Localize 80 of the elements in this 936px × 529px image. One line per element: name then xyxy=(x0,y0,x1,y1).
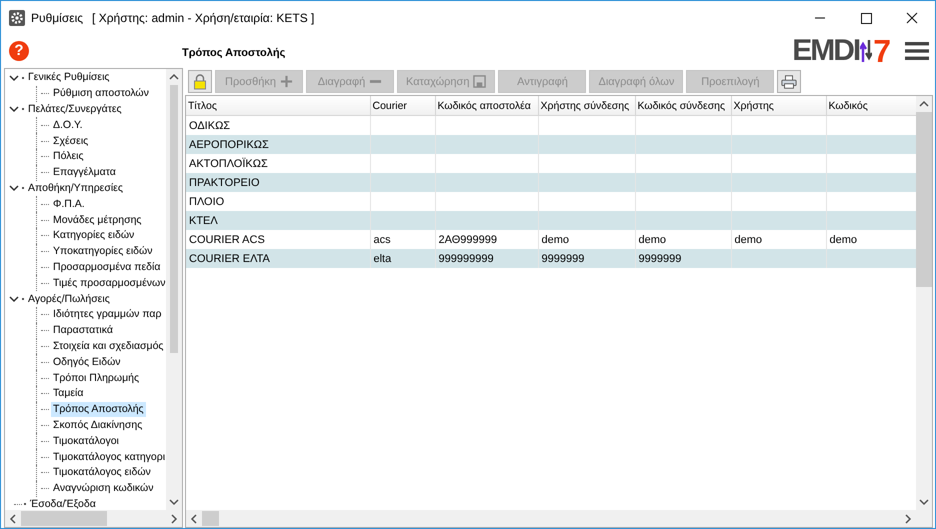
table-cell: demo xyxy=(542,234,570,246)
tree-item[interactable]: Αναγνώριση κωδικών xyxy=(51,481,156,496)
tree-item[interactable]: Δ.Ο.Υ. xyxy=(51,118,85,133)
tree-item[interactable]: Φ.Π.Α. xyxy=(51,196,87,212)
logo-number: 7 xyxy=(873,36,891,66)
table-cell: acs xyxy=(374,234,391,246)
tree-item[interactable]: Πελάτες/Συνεργάτες xyxy=(26,102,124,117)
tree-item[interactable]: Γενικές Ρυθμίσεις xyxy=(26,70,112,86)
tree-item[interactable]: Κατηγορίες ειδών xyxy=(51,228,136,244)
table-cell: ΑΚΤΟΠΛΟΪΚΩΣ xyxy=(189,158,268,170)
column-header[interactable]: Χρήστης xyxy=(731,96,826,116)
table-cell: ΟΔΙΚΩΣ xyxy=(189,120,230,132)
column-header[interactable]: Κωδικός αποστολέα xyxy=(435,96,538,116)
chevron-icon[interactable] xyxy=(9,184,19,192)
table-cell: ΚΤΕΛ xyxy=(189,214,218,226)
tree-item[interactable]: Επαγγέλματα xyxy=(51,165,118,180)
window-subtitle: [ Χρήστης: admin - Χρήση/εταιρία: KETS ] xyxy=(92,10,314,24)
tree-item[interactable]: Πόλεις xyxy=(51,149,86,164)
table-cell: demo xyxy=(830,234,858,246)
tree-item[interactable]: Ρύθμιση αποστολών xyxy=(51,86,151,102)
table-cell: 2ΑΘ999999 xyxy=(438,234,497,246)
tree-item[interactable]: Τιμές προσαρμοσμένων xyxy=(51,276,166,291)
column-header[interactable]: Κωδικός xyxy=(826,96,919,116)
chevron-icon[interactable] xyxy=(9,295,19,304)
horizontal-scrollbar[interactable] xyxy=(186,510,916,527)
table-cell: demo xyxy=(734,234,762,246)
chevron-icon[interactable] xyxy=(9,105,19,114)
tree-item[interactable]: Σκοπός Διακίνησης xyxy=(51,418,144,433)
scrollbar-thumb[interactable] xyxy=(916,112,932,287)
table-cell: ΠΡΑΚΤΟΡΕΙΟ xyxy=(189,176,260,188)
lock-icon xyxy=(192,74,208,90)
tree-item[interactable]: Αγορές/Πωλήσεις xyxy=(26,292,112,307)
table-cell: elta xyxy=(374,252,392,264)
plus-icon xyxy=(280,75,293,88)
column-header[interactable]: Χρήστης σύνδεσης xyxy=(538,96,635,116)
tree-item[interactable]: Στοιχεία και σχεδιασμός xyxy=(51,338,166,354)
vertical-scrollbar[interactable] xyxy=(916,96,932,527)
table-cell: demo xyxy=(638,234,666,246)
tree-item[interactable]: Τρόποι Πληρωμής xyxy=(51,370,142,386)
logo-text: EMDI xyxy=(792,36,860,66)
help-button[interactable]: ? xyxy=(9,40,29,60)
scrollbar-thumb[interactable] xyxy=(170,85,178,353)
print-button[interactable] xyxy=(777,70,802,93)
tree-item[interactable]: Έσοδα/Έξοδα xyxy=(28,496,98,510)
tree-item[interactable]: Τιμοκατάλογος ειδών xyxy=(51,465,153,480)
tree-item[interactable]: Τιμοκατάλογοι xyxy=(51,434,121,449)
tree-item[interactable]: Αποθήκη/Υπηρεσίες xyxy=(26,180,125,196)
tree-item[interactable]: Τιμοκατάλογος κατηγορι xyxy=(51,450,166,465)
tree-item[interactable]: Προσαρμοσμένα πεδία xyxy=(51,260,162,275)
lock-button[interactable] xyxy=(188,70,212,93)
tree-item[interactable]: Σχέσεις xyxy=(51,134,90,149)
tree-item[interactable]: Ταμεία xyxy=(51,386,86,402)
column-header[interactable]: Τίτλος xyxy=(186,96,370,116)
column-header[interactable]: Courier xyxy=(370,96,435,116)
scrollbar-thumb[interactable] xyxy=(202,511,219,526)
table-cell: COURIER ΕΛΤΑ xyxy=(189,252,270,264)
vertical-scrollbar[interactable] xyxy=(166,69,182,510)
table-cell: 9999999 xyxy=(542,252,584,264)
table-cell: ΠΛΟΙΟ xyxy=(189,196,224,208)
table-cell: COURIER ACS xyxy=(189,234,265,246)
tree-item[interactable]: Μονάδες μέτρησης xyxy=(51,212,144,228)
column-header[interactable]: Κωδικός σύνδεσης xyxy=(635,96,731,116)
horizontal-scrollbar[interactable] xyxy=(5,510,182,527)
tree-item[interactable]: Οδηγός Ειδών xyxy=(51,354,123,370)
table-cell: ΑΕΡΟΠΟΡΙΚΩΣ xyxy=(189,138,269,150)
gear-icon xyxy=(9,10,25,26)
scrollbar-thumb[interactable] xyxy=(21,511,107,526)
chevron-icon[interactable] xyxy=(9,74,19,82)
tree-item[interactable]: Ιδιότητες γραμμών παρ xyxy=(51,307,164,322)
arrows-icon xyxy=(860,38,872,64)
table-cell: 9999999 xyxy=(638,252,682,264)
window-title: Ρυθμίσεις xyxy=(31,10,84,24)
printer-icon xyxy=(781,74,798,90)
save-icon xyxy=(473,75,486,88)
tree-item[interactable]: Παραστατικά xyxy=(51,323,115,338)
tree-item[interactable]: Τρόπος Αποστολής xyxy=(51,402,146,418)
table-cell: 999999999 xyxy=(438,252,494,264)
page-title: Τρόπος Αποστολής xyxy=(182,46,286,58)
menu-icon[interactable] xyxy=(905,40,929,60)
tree-item[interactable]: Υποκατηγορίες ειδών xyxy=(51,244,154,260)
